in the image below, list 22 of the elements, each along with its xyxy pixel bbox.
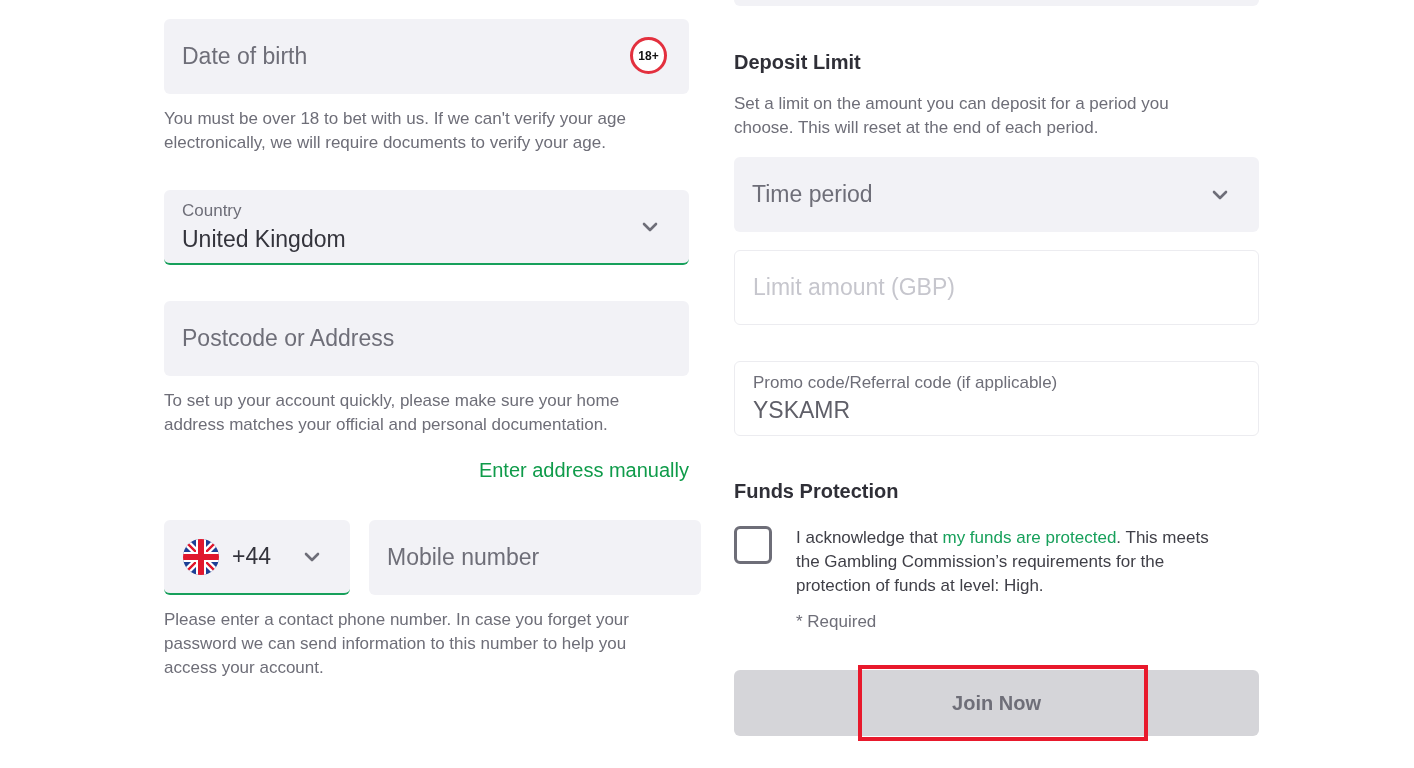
country-code-select[interactable]: +44 bbox=[164, 520, 350, 595]
section-heading: Funds Protection bbox=[734, 479, 900, 503]
required-note: * Required bbox=[796, 611, 878, 633]
field-hint: To set up your account quickly, please make sure your home address matches your official and personal documentation. bbox=[164, 390, 621, 436]
field-hint: You must be over 18 to bet with us. If we can't verify your age electronically, we will require documents to verify your age. bbox=[164, 108, 627, 154]
section-description: Set a limit on the amount you can deposit for a period you choose. This will reset at the end of each period. bbox=[734, 93, 1170, 139]
manual-address-link[interactable]: Enter address manually bbox=[478, 458, 689, 482]
field-label: Promo code/Referral code (if applicable) bbox=[753, 373, 1058, 393]
checkbox[interactable] bbox=[734, 526, 772, 564]
chevron-down-icon bbox=[304, 551, 320, 562]
flag-icon bbox=[183, 538, 219, 575]
funds-protection-link[interactable]: my funds are protected bbox=[942, 528, 1117, 547]
address-field[interactable]: Postcode or Address bbox=[164, 301, 689, 376]
field-hint: Please enter a contact phone number. In case you forget your password we can send information to this number to help you access your account. bbox=[164, 609, 630, 679]
mobile-number-field[interactable]: Mobile number bbox=[369, 520, 701, 595]
time-period-select[interactable]: Time period bbox=[734, 157, 1259, 232]
consent-text: I acknowledge that my funds are protected. This meets the Gambling Commission’s requirements for the protection of funds at level: High. bbox=[796, 527, 1210, 597]
join-now-button[interactable]: Join Now bbox=[734, 670, 1259, 736]
chevron-down-icon bbox=[1212, 189, 1228, 200]
country-select[interactable]: Country United Kingdom bbox=[164, 190, 689, 265]
section-heading: Deposit Limit bbox=[734, 50, 862, 74]
chevron-down-icon bbox=[642, 221, 658, 232]
